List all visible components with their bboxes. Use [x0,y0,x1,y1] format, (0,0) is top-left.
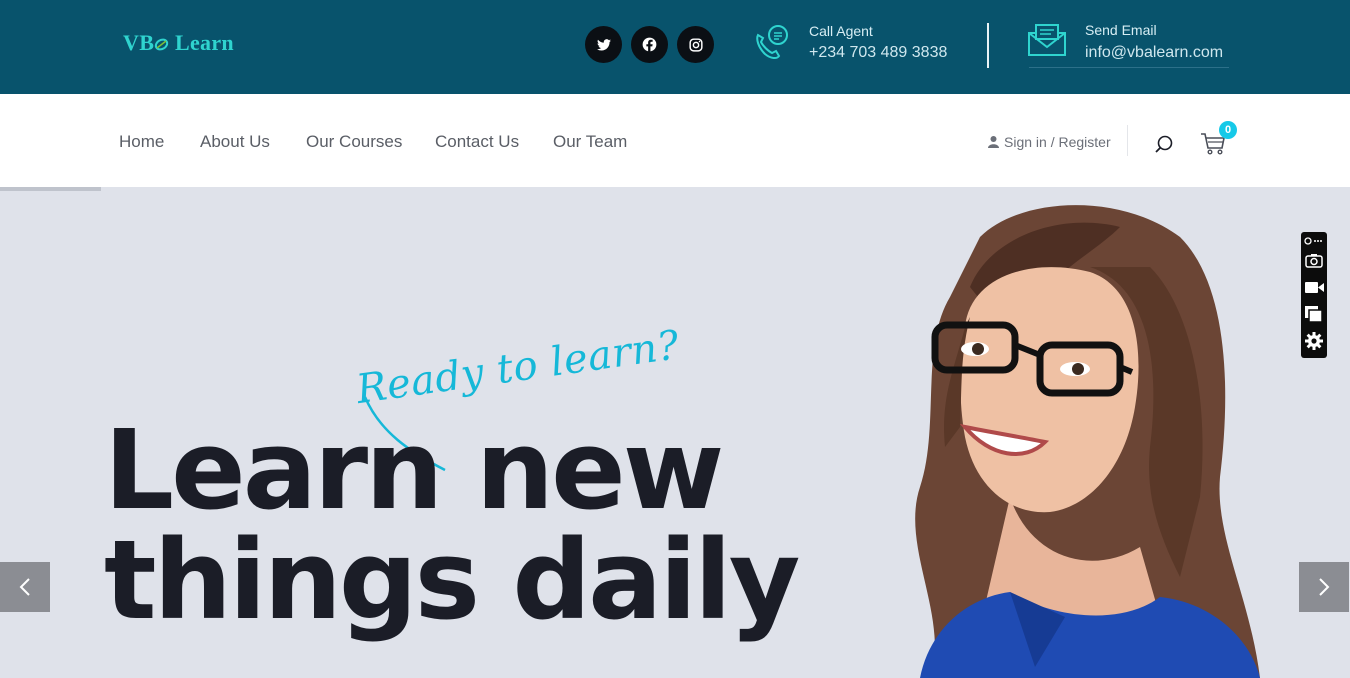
slide-progress-track [0,187,1350,191]
toolbar-copy[interactable] [1304,304,1324,324]
call-agent-phone[interactable]: +234 703 489 3838 [809,44,947,62]
chevron-left-icon [19,578,30,596]
nav-our-team[interactable]: Our Team [553,132,627,152]
toolbar-settings[interactable] [1304,331,1324,351]
slide-progress-bar [0,187,102,191]
logo-text-right: Learn [174,30,234,55]
cart-count-badge: 0 [1219,121,1237,139]
call-agent-label: Call Agent [809,23,873,39]
nav-our-courses[interactable]: Our Courses [306,132,402,152]
chevron-right-icon [1319,578,1330,596]
site-logo[interactable]: VB Learn [123,30,234,56]
twitter-button[interactable] [585,26,622,63]
twitter-icon [596,38,611,50]
slider-next-button[interactable] [1299,562,1349,612]
hero-woman-photo [915,205,1260,678]
send-email-label: Send Email [1085,22,1157,38]
top-bar: VB Learn Call Agent +234 703 489 3838 Se… [0,0,1350,94]
gear-icon [1305,332,1323,350]
nav-divider [1127,125,1128,156]
video-camera-icon [1304,281,1324,293]
nav-home[interactable]: Home [119,132,164,152]
phone-chat-icon [756,25,788,60]
instagram-icon [688,37,703,52]
hero-slider: Ready to learn? Learn new things daily [0,187,1350,678]
nav-contact-us[interactable]: Contact Us [435,132,519,152]
facebook-icon [642,37,657,52]
search-icon[interactable] [1153,134,1175,156]
capture-toolbar [1301,232,1327,358]
toolbar-screenshot[interactable] [1304,250,1324,270]
slider-prev-button[interactable] [0,562,50,612]
logo-leaf-icon [155,38,169,51]
email-underline [1029,67,1229,68]
hero-headline: Learn new things daily [104,406,801,644]
camera-icon [1305,253,1323,268]
topbar-divider [987,23,989,68]
email-link[interactable]: info@vbalearn.com [1085,44,1223,62]
user-icon [988,136,999,148]
copy-icon [1305,305,1323,323]
hero-headline-line-2: things daily [104,516,801,644]
envelope-icon [1028,24,1066,56]
link-more-icon [1304,237,1322,245]
toolbar-link-more[interactable] [1304,234,1324,248]
instagram-button[interactable] [677,26,714,63]
signin-register-link[interactable]: Sign in / Register [988,134,1111,150]
hero-headline-line-1: Learn new [104,406,724,534]
main-nav: Home About Us Our Courses Contact Us Our… [0,94,1350,187]
logo-text-left: VB [123,30,155,55]
toolbar-record[interactable] [1304,277,1324,297]
facebook-button[interactable] [631,26,668,63]
signin-label: Sign in / Register [1004,134,1111,150]
nav-about-us[interactable]: About Us [200,132,270,152]
